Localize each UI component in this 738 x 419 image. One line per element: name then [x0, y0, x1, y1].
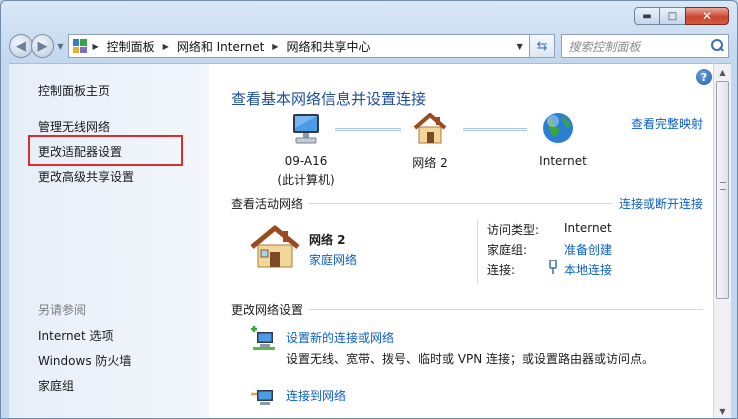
see-also-heading: 另请参阅 — [38, 303, 87, 317]
highlight-annotation — [28, 135, 183, 166]
breadcrumb-network-sharing-center[interactable]: 网络和共享中心 — [286, 38, 370, 55]
sidebar-item-windows-firewall[interactable]: Windows 防火墙 — [38, 352, 131, 369]
maximize-button[interactable]: □ — [660, 7, 685, 25]
back-arrow-icon: ◀ — [15, 38, 26, 54]
scroll-down-icon[interactable]: ▼ — [714, 403, 731, 418]
vertical-divider — [477, 219, 478, 284]
globe-icon[interactable] — [540, 110, 576, 146]
breadcrumb-chevron-icon[interactable]: ▶ — [163, 42, 169, 51]
breadcrumb-control-panel[interactable]: 控制面板 — [107, 38, 155, 55]
computer-icon[interactable] — [287, 110, 325, 148]
scroll-up-icon[interactable]: ▲ — [714, 64, 731, 81]
homegroup-label: 家庭组: — [487, 243, 528, 257]
setup-new-connection-link[interactable]: 设置新的连接或网络 — [286, 329, 394, 346]
computer-node-label: 09-A16 — [284, 154, 328, 168]
back-button[interactable]: ◀ — [9, 34, 33, 58]
navigation-bar: ◀ ▶ ▼ ▶ 控制面板 ▶ 网络和 Internet ▶ 网络和共享中心 ▼ … — [9, 33, 729, 59]
forward-arrow-icon: ▶ — [37, 38, 48, 54]
access-type-value: Internet — [564, 221, 612, 235]
access-type-label: 访问类型: — [487, 223, 540, 237]
forward-button[interactable]: ▶ — [30, 34, 55, 58]
refresh-icon: ⇆ — [536, 38, 548, 54]
connect-to-network-link[interactable]: 连接到网络 — [286, 387, 346, 404]
breadcrumb-chevron-icon[interactable]: ▶ — [93, 42, 99, 51]
house-icon[interactable] — [411, 110, 449, 148]
breadcrumb-network-internet[interactable]: 网络和 Internet — [177, 38, 264, 55]
connection-label: 连接: — [487, 263, 516, 277]
map-connection-line — [463, 128, 527, 131]
control-panel-window: ▬ □ ✕ ◀ ▶ ▼ ▶ 控制面板 ▶ 网络和 Internet ▶ 网络和共… — [0, 0, 738, 419]
sidebar-item-control-panel-home[interactable]: 控制面板主页 — [38, 82, 110, 99]
main-content: ? 查看基本网络信息并设置连接 查看完整映射 09-A16 (此计算机) 网络 … — [209, 63, 713, 418]
minimize-button[interactable]: ▬ — [634, 7, 660, 25]
active-network-name: 网络 2 — [309, 233, 346, 247]
control-panel-icon — [72, 39, 87, 53]
breadcrumb-chevron-icon[interactable]: ▶ — [272, 42, 278, 51]
active-networks-heading: 查看活动网络 — [231, 197, 304, 211]
address-bar[interactable]: ▶ 控制面板 ▶ 网络和 Internet ▶ 网络和共享中心 ▼ — [67, 34, 530, 58]
new-connection-icon — [251, 326, 275, 350]
caption-buttons: ▬ □ ✕ — [634, 7, 729, 25]
network-type-link[interactable]: 家庭网络 — [309, 251, 357, 268]
ethernet-icon — [549, 260, 557, 274]
map-connection-line — [335, 128, 401, 131]
local-connection-link[interactable]: 本地连接 — [564, 261, 612, 278]
vertical-scrollbar[interactable]: ▲ ▼ — [713, 63, 731, 418]
refresh-button[interactable]: ⇆ — [529, 34, 556, 58]
homegroup-ready-link[interactable]: 准备创建 — [564, 241, 612, 258]
close-button[interactable]: ✕ — [685, 7, 729, 25]
sidebar-item-homegroup[interactable]: 家庭组 — [38, 377, 74, 394]
section-divider — [309, 309, 703, 310]
setup-new-connection-desc: 设置无线、宽带、拨号、临时或 VPN 连接；或设置路由器或访问点。 — [286, 352, 655, 366]
house-icon — [250, 225, 300, 268]
scrollbar-thumb[interactable] — [716, 81, 729, 299]
sidebar: 控制面板主页 管理无线网络 更改适配器设置 更改高级共享设置 另请参阅 Inte… — [9, 63, 209, 418]
maximize-icon: □ — [667, 10, 678, 22]
section-divider — [309, 203, 613, 204]
search-box[interactable]: 搜索控制面板 — [561, 34, 729, 58]
sidebar-item-internet-options[interactable]: Internet 选项 — [38, 327, 113, 344]
help-icon[interactable]: ? — [696, 69, 712, 85]
address-dropdown-icon[interactable]: ▼ — [511, 42, 529, 51]
sidebar-item-manage-wireless[interactable]: 管理无线网络 — [38, 118, 110, 135]
network-node-label: 网络 2 — [412, 156, 448, 170]
connect-disconnect-link[interactable]: 连接或断开连接 — [619, 195, 703, 212]
internet-node-label: Internet — [539, 154, 587, 168]
minimize-icon: ▬ — [642, 10, 652, 22]
view-full-map-link[interactable]: 查看完整映射 — [631, 115, 703, 132]
search-input[interactable]: 搜索控制面板 — [568, 38, 706, 55]
change-settings-heading: 更改网络设置 — [231, 303, 304, 317]
connect-to-network-icon — [251, 390, 273, 405]
page-title: 查看基本网络信息并设置连接 — [231, 90, 427, 108]
recent-pages-dropdown[interactable]: ▼ — [57, 42, 63, 51]
search-icon[interactable] — [706, 35, 728, 57]
close-icon: ✕ — [701, 9, 713, 23]
computer-node-sublabel: (此计算机) — [277, 173, 335, 187]
sidebar-item-advanced-sharing[interactable]: 更改高级共享设置 — [38, 168, 134, 185]
